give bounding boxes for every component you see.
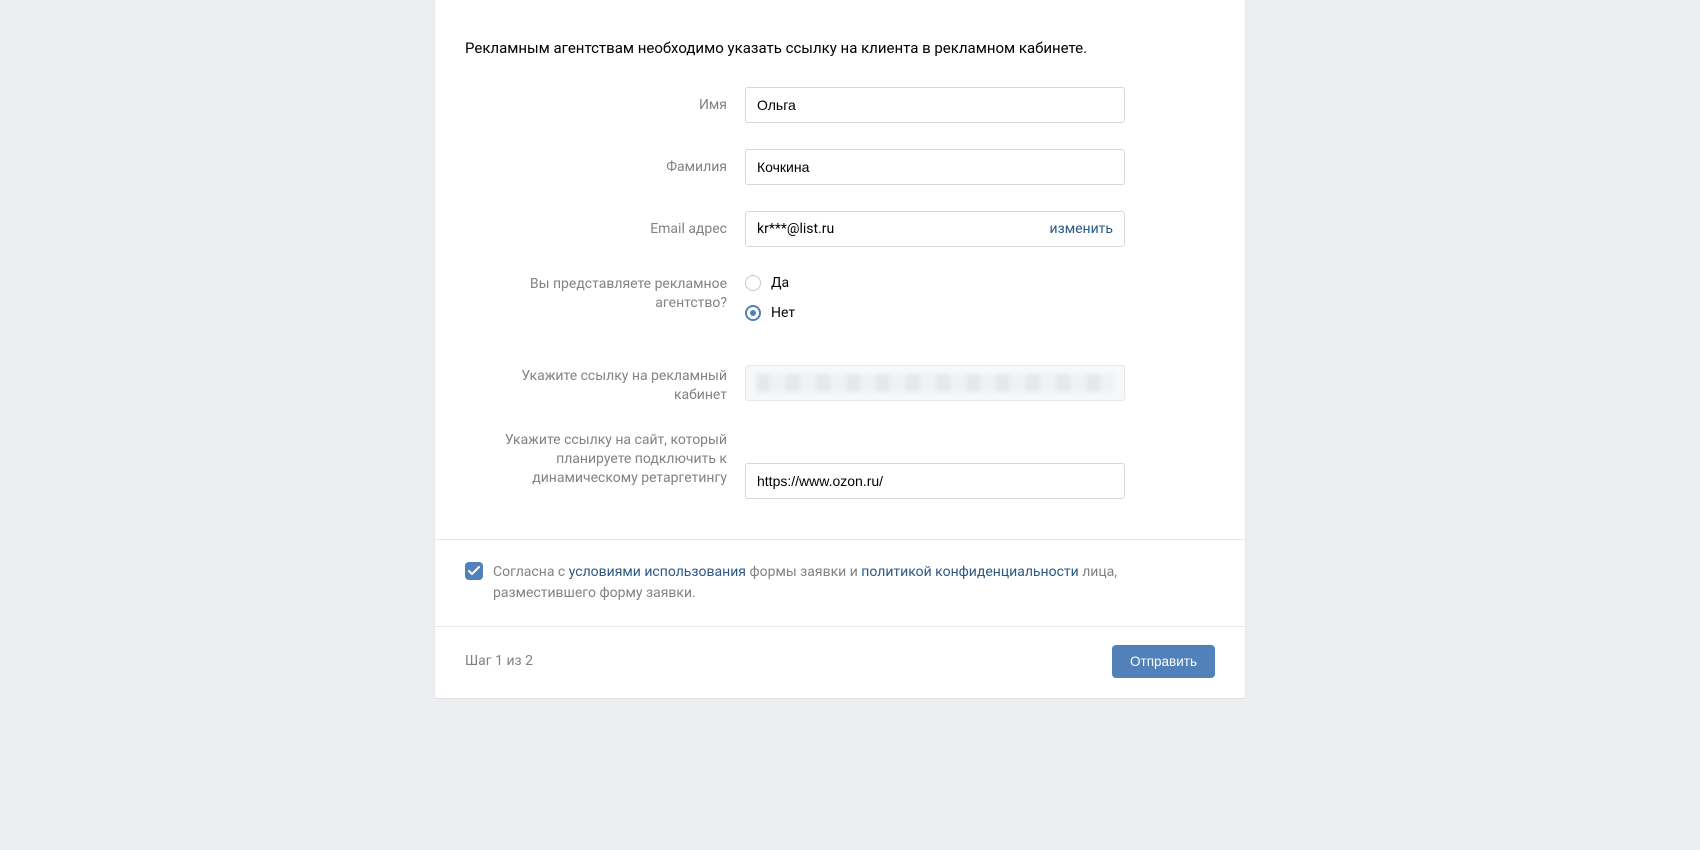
agency-label: Вы представляете рекламное агентство? <box>465 273 745 313</box>
privacy-link[interactable]: политикой конфиденциальности <box>861 564 1078 580</box>
email-label: Email адрес <box>465 211 745 239</box>
intro-text: Рекламным агентствам необходимо указать … <box>465 0 1215 87</box>
terms-link[interactable]: условиями использования <box>569 564 746 580</box>
cabinet-link-input[interactable] <box>745 365 1125 401</box>
submit-button[interactable]: Отправить <box>1112 645 1215 678</box>
last-name-label: Фамилия <box>465 149 745 177</box>
agency-radio-no[interactable]: Нет <box>745 305 1125 321</box>
cabinet-link-label: Укажите ссылку на рекламный кабинет <box>465 365 745 405</box>
check-icon <box>468 566 480 576</box>
email-field: kr***@list.ru изменить <box>745 211 1125 247</box>
step-indicator: Шаг 1 из 2 <box>465 653 533 669</box>
email-change-link[interactable]: изменить <box>1050 221 1114 237</box>
form-panel: Рекламным агентствам необходимо указать … <box>435 0 1245 698</box>
radio-icon <box>745 305 761 321</box>
consent-checkbox[interactable] <box>465 562 483 580</box>
first-name-label: Имя <box>465 87 745 115</box>
agency-radio-yes[interactable]: Да <box>745 275 1125 291</box>
agency-no-label: Нет <box>771 305 795 321</box>
first-name-input[interactable] <box>745 87 1125 123</box>
agency-yes-label: Да <box>771 275 789 291</box>
radio-icon <box>745 275 761 291</box>
consent-section: Согласна с условиями использования формы… <box>435 539 1245 626</box>
site-link-label: Укажите ссылку на сайт, который планируе… <box>465 431 745 488</box>
redacted-placeholder <box>756 374 1114 392</box>
last-name-input[interactable] <box>745 149 1125 185</box>
email-value: kr***@list.ru <box>757 221 834 237</box>
footer: Шаг 1 из 2 Отправить <box>435 626 1245 698</box>
consent-text: Согласна с условиями использования формы… <box>493 562 1215 604</box>
site-link-input[interactable] <box>745 463 1125 499</box>
